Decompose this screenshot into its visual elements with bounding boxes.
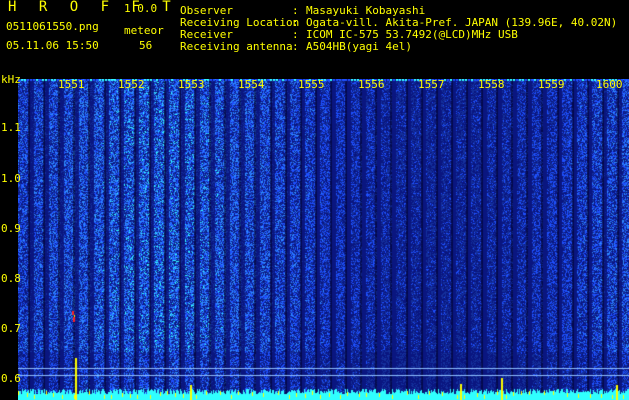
meteor-label: meteor (124, 24, 164, 37)
y-tick-label: 0.7 (1, 322, 21, 335)
hroft-window: H R O F F T 1.0.0 0511061550.png meteor … (0, 0, 629, 400)
antenna-sep: : (292, 40, 299, 53)
x-tick-label: 1553 (178, 78, 205, 91)
x-tick-label: 1555 (298, 78, 325, 91)
x-tick-label: 1552 (118, 78, 145, 91)
y-tick-label: 0.9 (1, 222, 21, 235)
antenna-value: A504HB(yagi 4el) (306, 40, 412, 53)
meteor-count: 56 (139, 39, 153, 52)
x-tick-label: 1551 (58, 78, 85, 91)
x-tick-label: 1554 (238, 78, 265, 91)
antenna-key: Receiving antenna (180, 40, 293, 53)
x-tick-label: 1600 (596, 78, 623, 91)
app-version: 1.0.0 (124, 2, 158, 15)
y-tick-label: 0.6 (1, 372, 21, 385)
y-tick-label: 1.0 (1, 172, 21, 185)
date-time: 05.11.06 15:50 (6, 39, 99, 52)
y-tick-label: 1.1 (1, 121, 21, 134)
x-tick-label: 1558 (478, 78, 505, 91)
y-axis-unit-label: kHz (1, 73, 21, 86)
y-tick-label: 0.8 (1, 272, 21, 285)
x-tick-label: 1559 (538, 78, 565, 91)
x-tick-label: 1557 (418, 78, 445, 91)
spectrogram (18, 79, 629, 400)
file-name: 0511061550.png (6, 20, 99, 33)
x-tick-label: 1556 (358, 78, 385, 91)
